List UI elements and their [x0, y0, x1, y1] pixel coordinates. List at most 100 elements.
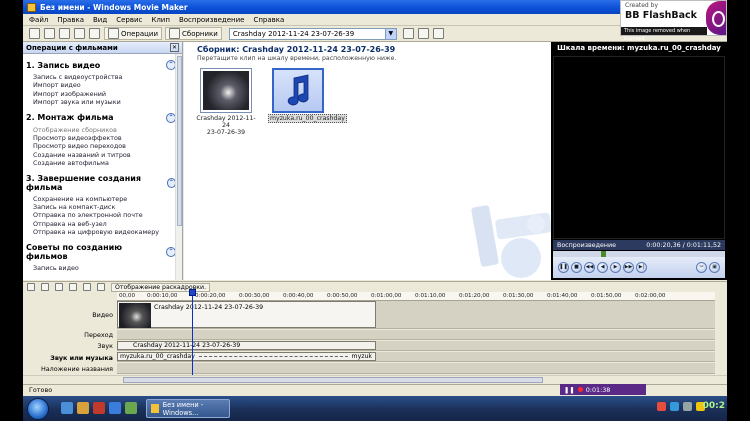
split-clip-icon[interactable]: ✂	[696, 262, 707, 273]
timeline-scrollbar[interactable]	[23, 375, 727, 383]
views-icon[interactable]	[432, 28, 444, 39]
transition-track[interactable]	[117, 330, 715, 340]
narration-icon[interactable]	[41, 283, 49, 291]
task-link[interactable]: Отправка на веб-узел	[33, 220, 182, 228]
taskbar-button-label: Без имени - Windows...	[162, 400, 204, 417]
scrollbar-thumb[interactable]	[177, 56, 182, 226]
task-link[interactable]: Отправка по электронной почте	[33, 211, 182, 219]
task-link[interactable]: Импорт изображений	[33, 90, 182, 98]
tray-volume-icon[interactable]	[683, 402, 692, 411]
task-link[interactable]: Отправка на цифровую видеокамеру	[33, 228, 182, 236]
scrollbar-thumb[interactable]	[123, 377, 543, 383]
zoom-in-icon[interactable]	[55, 283, 63, 291]
task-link[interactable]: Запись с видеоустройства	[33, 73, 182, 81]
video-clip-item[interactable]: Crashday 2012-11-24 23-07-26-39	[196, 68, 256, 136]
timeline-audio-clip[interactable]: Crashday 2012-11-24 23-07-26-39	[117, 341, 376, 350]
taskbar-moviemaker-button[interactable]: Без имени - Windows...	[146, 399, 230, 418]
task-link[interactable]: Импорт звука или музыки	[33, 98, 182, 106]
video-thumbnail	[119, 303, 151, 328]
menu-view[interactable]: Вид	[93, 16, 107, 24]
zoom-out-icon[interactable]	[69, 283, 77, 291]
menu-tools[interactable]: Сервис	[116, 16, 142, 24]
task-link[interactable]: Сохранение на компьютере	[33, 195, 182, 203]
window-title: Без имени - Windows Movie Maker	[40, 2, 188, 12]
tray-app-icon[interactable]	[657, 402, 666, 411]
section-finish[interactable]: 3. Завершение создания фильма ⌃	[23, 174, 182, 192]
close-icon[interactable]: ✕	[170, 43, 179, 52]
next-frame-icon[interactable]: ▶▶	[623, 262, 634, 273]
rewind-icon[interactable]: ◀	[597, 262, 608, 273]
timeline-audio-clip-label: Crashday 2012-11-24 23-07-26-39	[133, 342, 241, 349]
collections-button[interactable]: Сборники	[165, 27, 222, 40]
chevron-down-icon: ▼	[384, 28, 396, 39]
stop-icon[interactable]: ■	[571, 262, 582, 273]
collection-combo[interactable]: Crashday 2012-11-24 23-07-26-39 ▼	[228, 27, 397, 40]
recording-time: 0:01:38	[585, 385, 611, 394]
task-pane-scrollbar[interactable]	[175, 54, 182, 280]
ruler-tick: 0:01:20,00	[459, 293, 490, 299]
section-edit[interactable]: 2. Монтаж фильма ⌃	[23, 112, 182, 123]
music-track[interactable]: myzuka.ru_00_crashday myzuk	[117, 352, 715, 362]
undo-icon[interactable]	[74, 28, 85, 39]
save-project-icon[interactable]	[59, 28, 70, 39]
collection-title: Сборник: Crashday 2012-11-24 23-07-26-39	[197, 45, 396, 54]
quicklaunch-app-icon[interactable]	[125, 402, 137, 414]
section-capture[interactable]: 1. Запись видео ⌃	[23, 60, 182, 70]
previous-frame-icon[interactable]: ◀◀	[584, 262, 595, 273]
quicklaunch-folder-icon[interactable]	[77, 402, 89, 414]
tips-items: Запись видео	[23, 264, 182, 272]
new-project-icon[interactable]	[29, 28, 40, 39]
redo-icon[interactable]	[89, 28, 100, 39]
set-audio-levels-icon[interactable]	[27, 283, 35, 291]
new-folder-icon[interactable]	[417, 28, 429, 39]
title-overlay-track[interactable]	[117, 363, 715, 374]
audio-clip-item[interactable]: myzuka.ru_00_crashday	[268, 68, 347, 123]
section-title: 3. Завершение создания фильма	[26, 173, 141, 192]
task-link[interactable]: Просмотр видеоэффектов	[33, 134, 182, 142]
task-link[interactable]: Отображение сборников	[33, 126, 182, 134]
task-pane-title: Операции с фильмами	[26, 43, 118, 52]
audio-track[interactable]: Crashday 2012-11-24 23-07-26-39	[117, 341, 715, 351]
task-link[interactable]: Импорт видео	[33, 81, 182, 89]
task-link[interactable]: Запись на компакт-диск	[33, 203, 182, 211]
quicklaunch-ie-icon[interactable]	[61, 402, 73, 414]
end-icon[interactable]: ▶|	[636, 262, 647, 273]
tray-network-icon[interactable]	[670, 402, 679, 411]
up-folder-icon[interactable]	[402, 28, 414, 39]
tasks-button[interactable]: Операции	[104, 27, 162, 40]
video-track[interactable]: Crashday 2012-11-24 23-07-26-39	[117, 301, 715, 329]
task-link[interactable]: Создание автофильма	[33, 159, 182, 167]
quicklaunch-word-icon[interactable]	[109, 402, 121, 414]
snapshot-icon[interactable]: ▣	[709, 262, 720, 273]
ruler-tick: 0:00:10,00	[147, 293, 178, 299]
timeline-ruler[interactable]: 00,00 0:00:10,00 0:00:20,00 0:00:30,00 0…	[117, 292, 715, 301]
capture-items: Запись с видеоустройства Импорт видео Им…	[23, 73, 182, 107]
menu-help[interactable]: Справка	[253, 16, 284, 24]
timeline-music-clip-end: myzuk	[351, 353, 372, 360]
pause-icon[interactable]: ❚❚	[558, 262, 569, 273]
open-project-icon[interactable]	[44, 28, 55, 39]
menu-edit[interactable]: Правка	[57, 16, 84, 24]
task-link[interactable]: Просмотр видео переходов	[33, 142, 182, 150]
task-pane: Операции с фильмами ✕ 1. Запись видео ⌃ …	[23, 42, 183, 280]
playhead[interactable]	[189, 289, 196, 375]
playhead-handle[interactable]	[189, 289, 196, 296]
menu-play[interactable]: Воспроизведение	[179, 16, 245, 24]
quicklaunch-media-icon[interactable]	[93, 402, 105, 414]
task-link[interactable]: Создание названий и титров	[33, 151, 182, 159]
forward-icon[interactable]: ▶	[610, 262, 621, 273]
task-link[interactable]: Запись видео	[33, 264, 182, 272]
track-label-audio: Звук	[97, 342, 113, 350]
track-label-video: Видео	[92, 311, 113, 319]
menu-clip[interactable]: Клип	[151, 16, 170, 24]
rewind-timeline-icon[interactable]	[83, 283, 91, 291]
timeline-video-clip[interactable]: Crashday 2012-11-24 23-07-26-39	[117, 301, 376, 328]
start-button[interactable]	[27, 398, 49, 420]
menu-file[interactable]: Файл	[29, 16, 48, 24]
taskbar-clock[interactable]: 00:2	[703, 401, 725, 411]
pause-icon[interactable]: ❚❚	[564, 386, 575, 394]
section-tips[interactable]: Советы по созданию фильмов ⌃	[23, 243, 182, 261]
timeline-music-clip[interactable]: myzuka.ru_00_crashday myzuk	[117, 352, 376, 361]
play-timeline-icon[interactable]	[97, 283, 105, 291]
recorder-indicator[interactable]: ❚❚ 0:01:38	[560, 384, 646, 395]
